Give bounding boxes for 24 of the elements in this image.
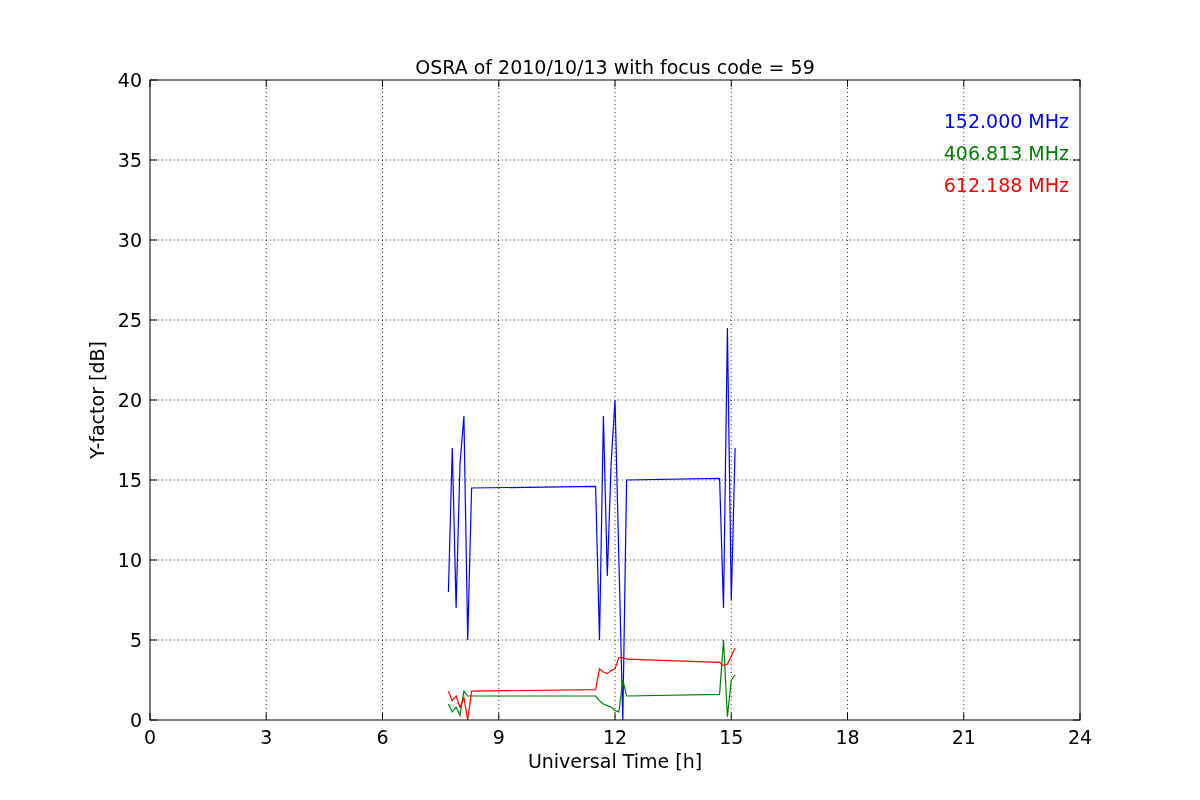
axis-label: Y-factor [dB] [86, 341, 108, 459]
tick-label: 35 [117, 149, 142, 171]
legend-text: 152.000 MHz [943, 110, 1069, 132]
tick-label: 3 [260, 726, 273, 748]
tick-label: 24 [1067, 726, 1093, 748]
tick-label: 40 [117, 69, 142, 91]
tick-label: 12 [602, 726, 628, 748]
chart-title: OSRA of 2010/10/13 with focus code = 59 [415, 56, 815, 78]
axis-label: Universal Time [h] [527, 750, 703, 772]
legend-text: 406.813 MHz [943, 142, 1069, 164]
tick-label: 30 [117, 229, 142, 251]
tick-label: 20 [117, 389, 142, 411]
tick-label: 5 [129, 629, 142, 651]
tick-label: 18 [835, 726, 860, 748]
legend-text: 612.188 MHz [943, 174, 1069, 196]
tick-label: 15 [719, 726, 744, 748]
tick-label: 0 [143, 726, 157, 748]
tick-label: 15 [117, 469, 142, 491]
tick-label: 9 [492, 726, 505, 748]
tick-label: 21 [951, 726, 976, 748]
tick-label: 25 [117, 309, 142, 331]
tick-label: 6 [376, 726, 389, 748]
tick-label: 0 [129, 709, 142, 731]
tick-label: 10 [117, 549, 142, 571]
